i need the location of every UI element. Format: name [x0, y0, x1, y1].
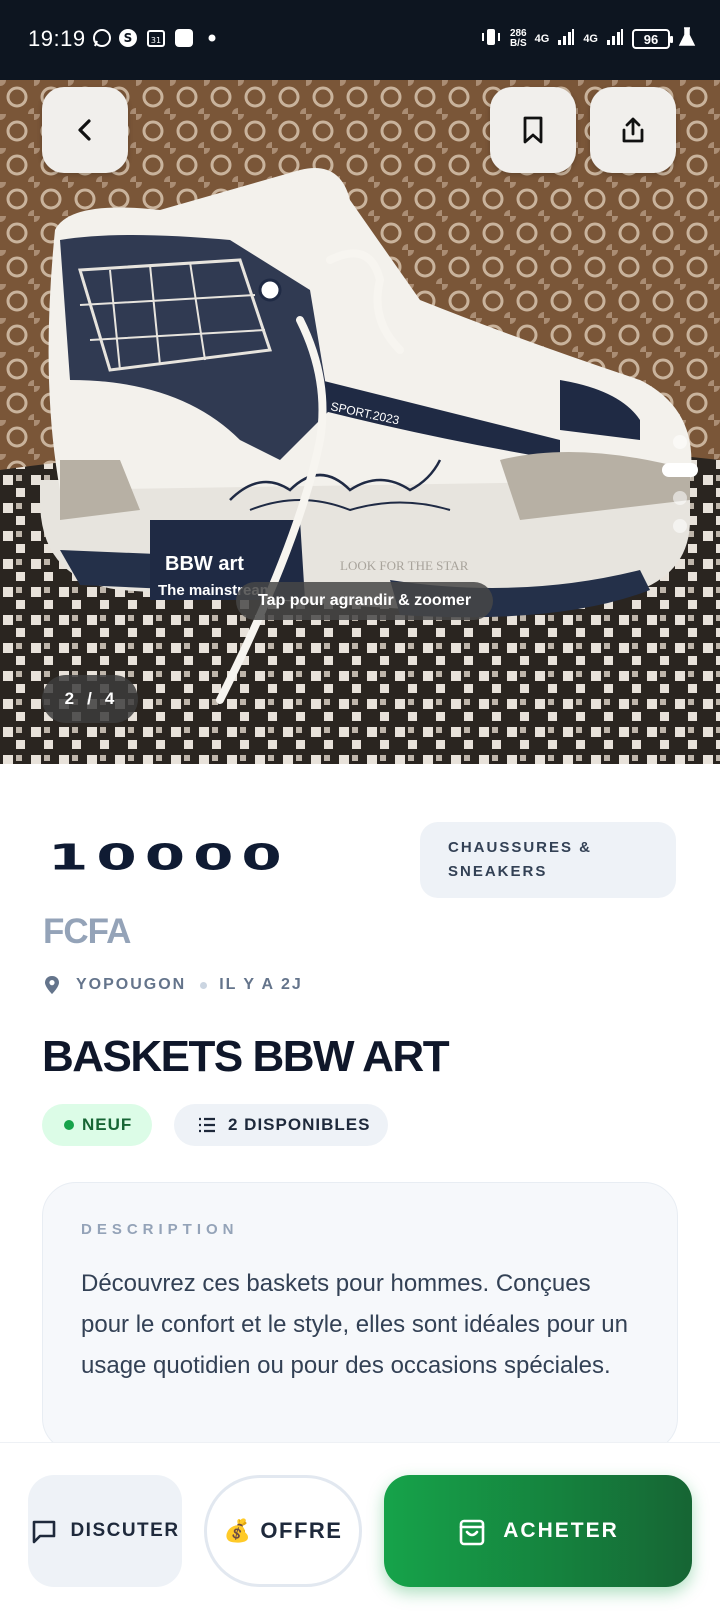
description-card: DESCRIPTION Découvrez ces baskets pour h… [42, 1182, 678, 1452]
meta-separator [200, 981, 208, 989]
svg-text:S: S [124, 31, 133, 45]
vibrate-icon [480, 26, 502, 53]
status-time: 19:19 [28, 26, 86, 51]
app-s-icon: S [118, 28, 138, 48]
zoom-hint: Tap pour agrandir & zoomer [236, 582, 494, 620]
app-square-icon [174, 28, 194, 48]
offer-button-label: OFFRE [260, 1518, 343, 1543]
bottom-action-bar: DISCUTER 💰 OFFRE ACHETER [0, 1442, 720, 1612]
gallery-dot[interactable] [673, 519, 687, 533]
back-button[interactable] [42, 87, 128, 173]
chat-button-label: DISCUTER [70, 1520, 180, 1541]
whatsapp-icon [92, 28, 112, 48]
svg-text:31: 31 [151, 36, 161, 45]
category-line-1: CHAUSSURES & [448, 839, 593, 856]
image-counter-current: 2 [64, 689, 76, 708]
shopping-bag-icon [459, 1519, 485, 1546]
condition-badge: NEUF [42, 1104, 152, 1146]
chevron-left-icon [78, 119, 91, 141]
stock-text: 2 DISPONIBLES [228, 1115, 371, 1134]
listing-meta: YOPOUGON IL Y A 2J [44, 975, 303, 995]
share-icon [622, 117, 644, 143]
gallery-dot[interactable] [673, 491, 687, 505]
gallery-dot[interactable] [673, 435, 687, 449]
bookmark-icon [523, 116, 543, 144]
category-badge[interactable]: CHAUSSURES & SNEAKERS [420, 822, 676, 898]
net-speed-unit: B/S [509, 38, 527, 49]
product-title: BASKETS BBW ART [42, 1032, 450, 1081]
offer-button[interactable]: 💰 OFFRE [204, 1475, 362, 1587]
image-counter-total: 4 [104, 689, 116, 708]
share-button[interactable] [590, 87, 676, 173]
description-label: DESCRIPTION [81, 1221, 239, 1238]
description-text: Découvrez ces baskets pour hommes. Conçu… [81, 1270, 628, 1379]
image-counter-separator: / [87, 689, 93, 708]
signal-icon-2 [606, 28, 624, 51]
category-line-2: SNEAKERS [448, 863, 548, 880]
money-bag-icon: 💰 [223, 1518, 253, 1543]
print-text-4: LOOK FOR THE STAR [340, 558, 469, 573]
list-icon [199, 1117, 215, 1133]
net-speed: 286 B/S [510, 29, 527, 49]
buy-button[interactable]: ACHETER [384, 1475, 692, 1587]
condition-dot [64, 1120, 74, 1130]
flask-icon [678, 26, 696, 52]
gallery-dot-active[interactable] [662, 463, 698, 477]
print-text-1: BBW art [165, 553, 244, 575]
product-image-gallery[interactable]: BBW art The mainstream SPORT.2023 LOOK F… [0, 80, 720, 764]
notification-dot-icon [202, 28, 222, 48]
location-text: YOPOUGON [76, 976, 187, 993]
price: 10000 [48, 836, 290, 879]
calendar-icon: 31 [146, 28, 166, 48]
battery-indicator: 96 [632, 29, 673, 49]
network-type-2: 4G [583, 33, 598, 45]
signal-icon [557, 28, 575, 51]
image-counter: 2 / 4 [42, 675, 138, 723]
network-type-1: 4G [534, 33, 550, 45]
condition-text: NEUF [82, 1115, 133, 1134]
chat-bubble-icon [33, 1520, 56, 1544]
status-right: 286 B/S 4G 4G 96 [480, 24, 696, 54]
product-photo: BBW art The mainstream SPORT.2023 LOOK F… [0, 80, 720, 764]
bookmark-button[interactable] [490, 87, 576, 173]
location-pin-icon [45, 976, 59, 994]
currency: FCFA [43, 912, 131, 951]
status-bar: 19:19 S 31 286 B/S 4G 4G 96 [0, 0, 720, 80]
gallery-dots [662, 435, 698, 533]
chat-button[interactable]: DISCUTER [28, 1475, 182, 1587]
stock-badge: 2 DISPONIBLES [174, 1104, 388, 1146]
posted-time: IL Y A 2J [219, 976, 303, 993]
buy-button-label: ACHETER [503, 1519, 619, 1542]
